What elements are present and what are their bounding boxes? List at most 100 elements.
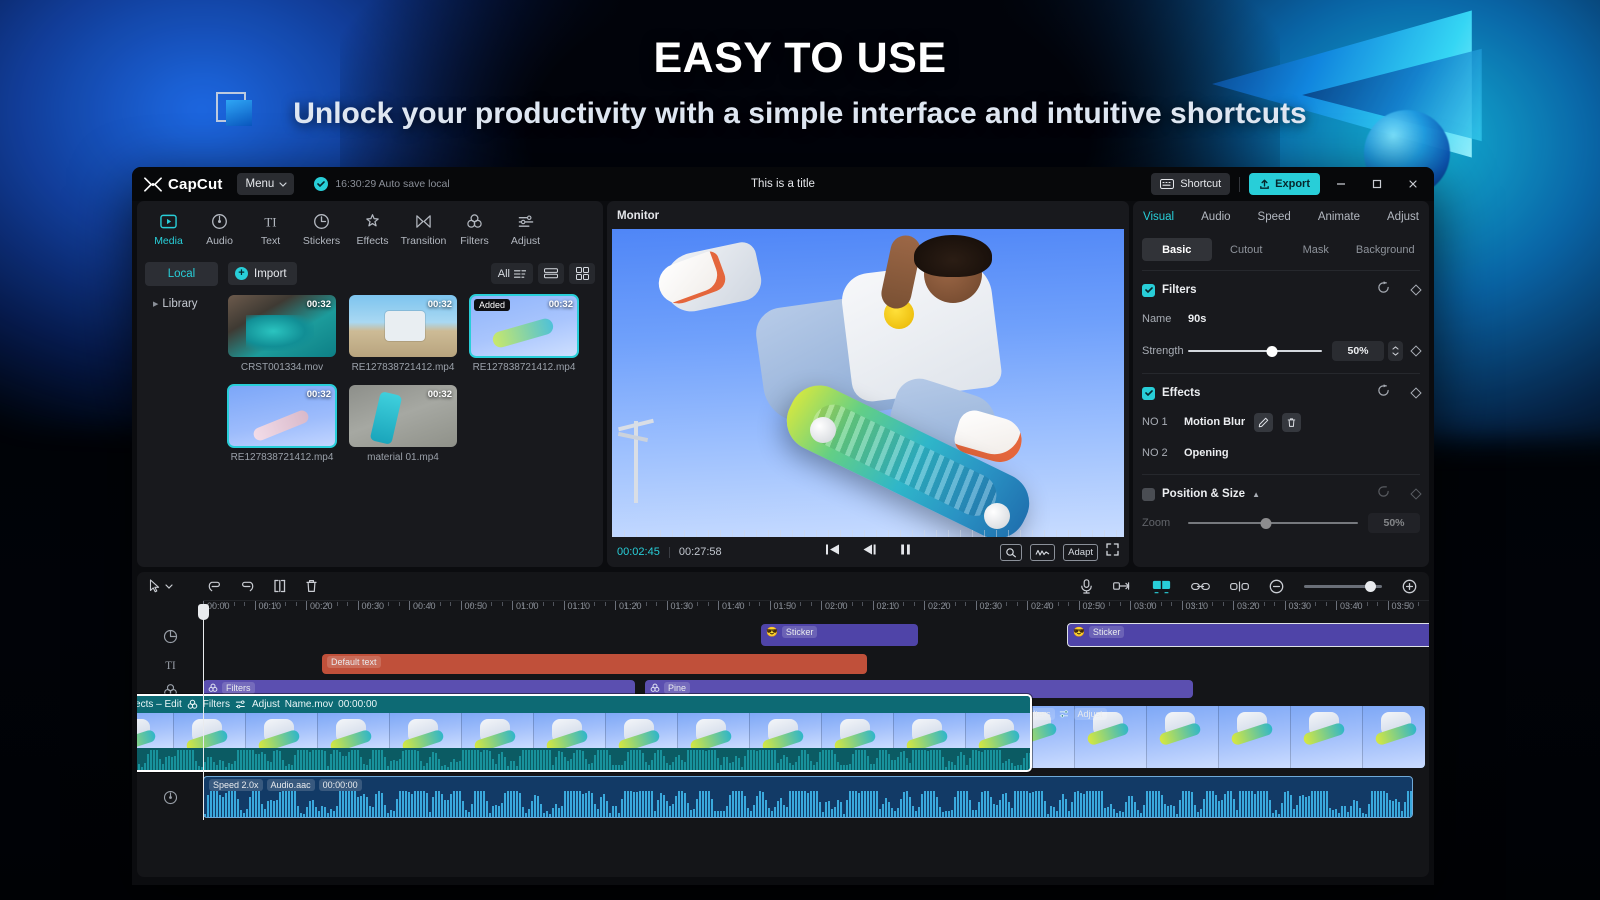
- maximize-button[interactable]: [1362, 170, 1392, 198]
- filter-strength-value[interactable]: 50%: [1332, 341, 1384, 361]
- position-size-reset-button[interactable]: [1377, 485, 1390, 503]
- segment-mask[interactable]: Mask: [1281, 238, 1351, 261]
- undo-button[interactable]: [207, 580, 222, 593]
- waveform-toggle-button[interactable]: [1030, 543, 1056, 561]
- delete-button[interactable]: [305, 579, 318, 593]
- nav-tab-text[interactable]: TI Text: [245, 207, 296, 254]
- tab-animate[interactable]: Animate: [1314, 211, 1364, 223]
- position-size-section-header[interactable]: Position & Size ▲: [1142, 484, 1422, 504]
- effects-reset-button[interactable]: [1377, 384, 1390, 402]
- media-item[interactable]: Added 00:32 RE127838721412.mp4: [469, 294, 579, 373]
- clip-sticker[interactable]: 😎 Sticker: [1067, 623, 1429, 647]
- track-header-text[interactable]: TI: [137, 652, 203, 678]
- timeline-zoom-knob[interactable]: [1365, 580, 1376, 592]
- clip-sticker[interactable]: 😎 Sticker: [761, 624, 918, 646]
- filter-strength-stepper[interactable]: [1388, 341, 1403, 361]
- waveform-bar: [609, 755, 611, 770]
- pause-button[interactable]: [899, 543, 912, 561]
- export-button[interactable]: Export: [1249, 173, 1320, 195]
- nav-tab-stickers[interactable]: Stickers: [296, 207, 347, 254]
- clip-video-right[interactable]: Filters Adjust: [1003, 706, 1425, 768]
- playhead[interactable]: [198, 604, 209, 820]
- waveform-bar: [828, 800, 830, 817]
- zoom-in-button[interactable]: [1402, 579, 1417, 594]
- split-clip-button[interactable]: [1230, 580, 1249, 592]
- filters-reset-button[interactable]: [1377, 281, 1390, 299]
- nav-tab-adjust[interactable]: Adjust: [500, 207, 551, 254]
- media-item[interactable]: 00:32 RE127838721412.mp4: [349, 295, 457, 373]
- media-thumbnail[interactable]: 00:32: [349, 385, 457, 447]
- media-thumbnail[interactable]: 00:32: [227, 384, 337, 448]
- zoom-out-button[interactable]: [1269, 579, 1284, 594]
- media-item[interactable]: 00:32 CRST001334.mov: [228, 295, 336, 373]
- zoom-preview-button[interactable]: [1000, 543, 1023, 561]
- fullscreen-button[interactable]: [1106, 543, 1119, 561]
- segment-cutout[interactable]: Cutout: [1212, 238, 1282, 261]
- redo-button[interactable]: [240, 580, 255, 593]
- segment-background[interactable]: Background: [1351, 238, 1421, 261]
- slider-knob[interactable]: [1260, 517, 1272, 529]
- record-voiceover-button[interactable]: [1080, 578, 1093, 594]
- waveform-bar: [693, 808, 695, 817]
- media-thumbnail[interactable]: Added 00:32: [469, 294, 579, 358]
- sidebar-item-local[interactable]: Local: [145, 262, 218, 286]
- filters-checkbox[interactable]: [1142, 283, 1155, 297]
- timeline-ruler[interactable]: 00:00 00:10 00:20 00:30 00:40 00:50 01:00 01:10…: [203, 600, 1429, 620]
- nav-tab-filters[interactable]: Filters: [449, 207, 500, 254]
- keyframe-button[interactable]: [1113, 580, 1132, 592]
- playhead-handle[interactable]: [198, 604, 209, 620]
- zoom-slider[interactable]: [1188, 516, 1358, 530]
- link-button[interactable]: [1191, 581, 1210, 592]
- segment-basic[interactable]: Basic: [1142, 238, 1212, 261]
- waveform-bar: [729, 794, 731, 817]
- skip-to-start-button[interactable]: [825, 543, 840, 561]
- track-header-sticker[interactable]: [137, 620, 203, 652]
- effect-delete-button[interactable]: [1282, 412, 1302, 432]
- nav-tab-media[interactable]: Media: [143, 207, 194, 254]
- effect-edit-button[interactable]: [1254, 412, 1274, 432]
- position-size-checkbox[interactable]: [1142, 487, 1155, 501]
- nav-tab-audio[interactable]: Audio: [194, 207, 245, 254]
- shortcut-button[interactable]: Shortcut: [1151, 173, 1231, 195]
- filters-keyframe-button[interactable]: [1410, 284, 1422, 296]
- effects-checkbox[interactable]: [1142, 386, 1155, 400]
- media-thumbnail[interactable]: 00:32: [228, 295, 336, 357]
- media-item[interactable]: 00:32 RE127838721412.mp4: [227, 384, 337, 463]
- tab-speed[interactable]: Speed: [1254, 211, 1295, 223]
- adapt-button[interactable]: Adapt: [1063, 543, 1098, 561]
- clip-audio[interactable]: Speed 2.0x Audio.aac 00:00:00: [203, 776, 1413, 818]
- clip-video-selected[interactable]: Effects – Edit Filters Adjust: [137, 694, 1032, 772]
- tab-visual[interactable]: Visual: [1139, 211, 1178, 223]
- filter-all-button[interactable]: All: [490, 263, 533, 284]
- media-item[interactable]: 00:32 material 01.mp4: [349, 385, 457, 463]
- mirror-button[interactable]: [1152, 579, 1171, 594]
- filter-strength-keyframe-button[interactable]: [1410, 345, 1422, 357]
- select-tool-button[interactable]: [149, 579, 173, 593]
- track-header-audio[interactable]: [137, 774, 203, 820]
- grid-view-button[interactable]: [569, 263, 595, 284]
- slider-knob[interactable]: [1266, 345, 1278, 357]
- zoom-value[interactable]: 50%: [1368, 513, 1420, 533]
- nav-tab-transition[interactable]: Transition: [398, 207, 449, 254]
- timeline-zoom-slider[interactable]: [1304, 580, 1382, 592]
- nav-tab-effects[interactable]: Effects: [347, 207, 398, 254]
- step-back-button[interactable]: [862, 543, 877, 561]
- tab-adjust[interactable]: Adjust: [1383, 211, 1423, 223]
- list-view-button[interactable]: [538, 263, 564, 284]
- close-button[interactable]: [1398, 170, 1428, 198]
- ruler-minor-tick: [625, 602, 627, 606]
- filter-strength-slider[interactable]: [1188, 344, 1322, 358]
- position-size-keyframe-button[interactable]: [1410, 488, 1422, 500]
- media-thumbnail[interactable]: 00:32: [349, 295, 457, 357]
- import-button[interactable]: + Import: [228, 262, 297, 285]
- menu-button[interactable]: Menu: [236, 173, 295, 195]
- tab-audio[interactable]: Audio: [1197, 211, 1234, 223]
- split-button[interactable]: [273, 579, 287, 593]
- minimize-button[interactable]: [1326, 170, 1356, 198]
- sidebar-item-library[interactable]: ▶ Library: [145, 292, 218, 316]
- preview-stage[interactable]: [612, 229, 1124, 537]
- clip-text[interactable]: Default text: [322, 654, 867, 674]
- waveform-bar: [615, 806, 617, 817]
- effects-keyframe-button[interactable]: [1410, 387, 1422, 399]
- waveform-bar: [1086, 791, 1088, 817]
